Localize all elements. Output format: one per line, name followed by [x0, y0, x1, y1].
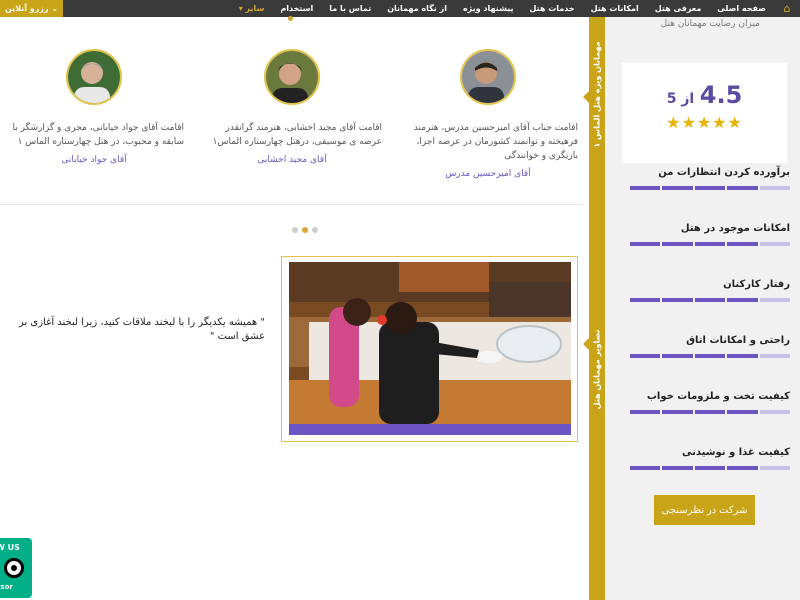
guest-text: اقامت جناب آقای امیرحسین مدرس، هنرمند فر…	[413, 123, 578, 161]
guest-name[interactable]: آقای امیرحسین مدرس	[398, 169, 578, 179]
special-guests-label: مهمانان ویژه هتل الماس ۱	[592, 41, 602, 148]
criterion-label: راحتی و امکانات اتاق	[686, 335, 790, 346]
criterion-bar	[630, 242, 791, 246]
criterion-staff: رفتار کارکنان	[630, 279, 791, 302]
carousel-dots	[292, 227, 318, 233]
active-nav-indicator	[288, 16, 293, 21]
chevron-down-icon: ▾	[238, 4, 243, 13]
nav-more-label: سایر	[245, 4, 265, 13]
badge-line2: isor	[0, 583, 13, 591]
guest-card-khiabani[interactable]: اقامت آقای جواد خیابانی، مجری و گزارشگر …	[4, 49, 184, 165]
criterion-label: رفتار کارکنان	[723, 279, 790, 290]
criterion-bar	[630, 186, 791, 190]
rating-sidebar: میزان رضایت مهمانان هتل 4.5 از 5 ★★★★★ ب…	[605, 17, 800, 600]
criterion-label: امکانات موجود در هتل	[680, 223, 790, 234]
carousel-dot[interactable]	[292, 227, 298, 233]
guest-text: اقامت آقای جواد خیابانی، مجری و گزارشگر …	[12, 123, 184, 147]
page: ⌂ صفحه اصلی معرفی هتل امکانات هتل خدمات …	[0, 0, 800, 600]
criterion-label: کیفیت تخت و ملزومات خواب	[646, 391, 790, 402]
avatar	[66, 49, 122, 105]
guest-text: اقامت آقای مجید اخشابی، هنرمند گرانقدر ع…	[212, 123, 382, 147]
owl-icon	[4, 558, 24, 578]
criterion-expectations: برآورده کردن انتظارات من	[630, 167, 791, 190]
criterion-bar	[630, 354, 791, 358]
criterion-bar	[630, 298, 791, 302]
criterion-room: راحتی و امکانات اتاق	[630, 335, 791, 358]
score-value: 4.5	[699, 81, 743, 109]
review-badge[interactable]: W US isor	[0, 538, 32, 598]
criterion-bar	[630, 466, 791, 470]
criterion-food: کیفیت غذا و نوشیدنی	[630, 447, 791, 470]
guest-card-modarres[interactable]: اقامت جناب آقای امیرحسین مدرس، هنرمند فر…	[398, 49, 578, 179]
nav-careers[interactable]: استخدام	[272, 0, 321, 17]
nav-special-offer[interactable]: پیشنهاد ویژه	[455, 0, 522, 17]
badge-line1: W US	[0, 543, 20, 552]
guest-name[interactable]: آقای مجید اخشابی	[202, 155, 382, 165]
criterion-label: برآورده کردن انتظارات من	[658, 167, 790, 178]
avatar	[264, 49, 320, 105]
criterion-bar	[630, 410, 791, 414]
carousel-dot[interactable]	[312, 227, 318, 233]
overall-score: 4.5 از 5	[622, 81, 787, 109]
online-booking-button[interactable]: ⌄ رزرو آنلاین	[0, 0, 63, 17]
guest-name[interactable]: آقای جواد خیابانی	[4, 155, 184, 165]
criterion-label: کیفیت غذا و نوشیدنی	[681, 447, 790, 458]
top-nav: ⌂ صفحه اصلی معرفی هتل امکانات هتل خدمات …	[0, 0, 800, 21]
online-booking-label: رزرو آنلاین	[4, 4, 49, 13]
guest-quote: " همیشه یکدیگر را با لبخند ملاقات کنید، …	[18, 317, 265, 342]
criterion-bedding: کیفیت تخت و ملزومات خواب	[630, 391, 791, 414]
photo-caption-bar	[289, 424, 571, 435]
star-rating-icon: ★★★★★	[666, 113, 743, 132]
nav-contact[interactable]: تماس با ما	[321, 0, 379, 17]
guest-card-akhshabi[interactable]: اقامت آقای مجید اخشابی، هنرمند گرانقدر ع…	[202, 49, 382, 165]
nav-home[interactable]: صفحه اصلی	[709, 0, 774, 17]
avatar	[460, 49, 516, 105]
criterion-facilities: امکانات موجود در هتل	[630, 223, 791, 246]
strip-arrow-icon	[583, 338, 589, 350]
carousel-dot-active[interactable]	[302, 227, 308, 233]
join-survey-button[interactable]: شرکت در نظرسنجی	[654, 495, 755, 525]
guest-photo[interactable]	[289, 262, 571, 424]
nav-facilities[interactable]: امکانات هتل	[583, 0, 647, 17]
nav-about[interactable]: معرفی هتل	[647, 0, 710, 17]
strip-arrow-icon	[583, 91, 589, 103]
nav-guests-view[interactable]: از نگاه مهمانان	[379, 0, 455, 17]
score-box: 4.5 از 5 ★★★★★	[622, 63, 787, 163]
sidebar-title: میزان رضایت مهمانان هتل	[660, 19, 760, 29]
section-divider	[0, 204, 582, 205]
guest-photos-label: تصاویر مهمانان هتل	[592, 329, 602, 410]
score-of: از 5	[666, 91, 695, 107]
chevron-down-icon: ⌄	[48, 4, 59, 13]
home-icon[interactable]: ⌂	[774, 0, 800, 17]
nav-more[interactable]: سایر ▾	[231, 0, 273, 17]
nav-services[interactable]: خدمات هتل	[521, 0, 582, 17]
